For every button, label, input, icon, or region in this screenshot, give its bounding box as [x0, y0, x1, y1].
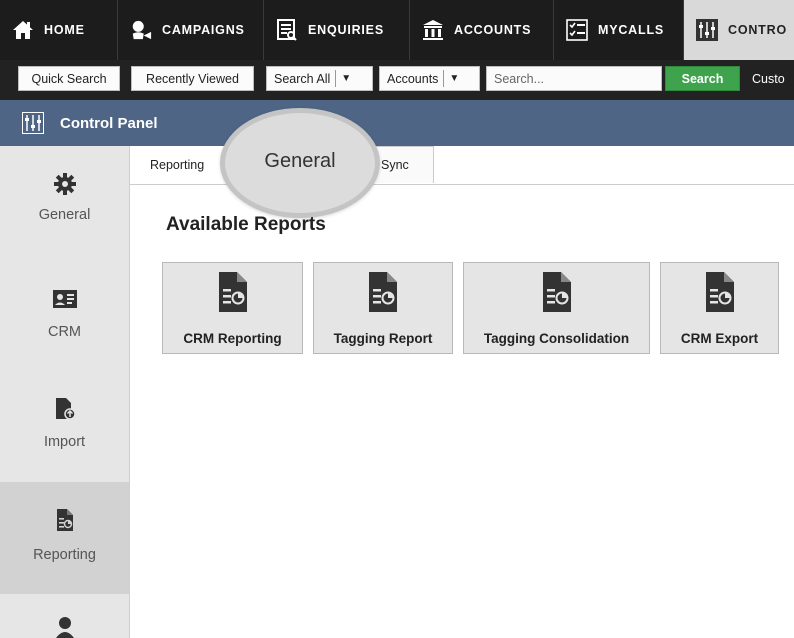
sidebar-item-import[interactable]: Import — [0, 370, 129, 482]
record-type-select[interactable]: Accounts ▼ — [379, 66, 480, 91]
nav-enquiries[interactable]: ENQUIRIES — [264, 0, 410, 60]
user-icon — [52, 616, 78, 638]
nav-mycalls-label: MYCALLS — [598, 23, 665, 37]
record-type-value: Accounts — [387, 71, 439, 86]
tab-sync-label: Sync — [381, 158, 409, 172]
search-toolbar: Quick Search Recently Viewed Search All … — [0, 60, 794, 100]
nav-enquiries-label: ENQUIRIES — [308, 23, 384, 37]
report-icon — [218, 271, 248, 313]
control-panel-icon — [696, 19, 718, 41]
sidebar-item-users[interactable] — [0, 594, 129, 638]
report-card-label: Tagging Report — [333, 331, 433, 346]
gear-icon — [52, 171, 78, 197]
quick-search-button[interactable]: Quick Search — [18, 66, 120, 91]
search-input-placeholder: Search... — [494, 71, 545, 86]
search-scope-select[interactable]: Search All ▼ — [266, 66, 373, 91]
report-card-crm-reporting[interactable]: CRM Reporting — [162, 262, 303, 354]
tab-general-zoomed[interactable]: General — [264, 150, 335, 173]
sidebar: General CRM Import Reporting — [0, 146, 130, 638]
campaigns-icon — [130, 19, 152, 41]
sidebar-item-general[interactable]: General — [0, 146, 129, 258]
tab-reporting[interactable]: Reporting — [150, 146, 204, 183]
nav-accounts-label: ACCOUNTS — [454, 23, 532, 37]
divider — [335, 70, 337, 87]
sidebar-item-label: Reporting — [33, 547, 96, 563]
page-title: Available Reports — [166, 214, 326, 235]
report-icon — [542, 271, 572, 313]
checklist-icon — [566, 19, 588, 41]
nav-campaigns[interactable]: CAMPAIGNS — [118, 0, 264, 60]
custom-link[interactable]: Custo — [752, 66, 785, 91]
panel-title: Control Panel — [60, 114, 158, 132]
chevron-down-icon: ▼ — [449, 73, 460, 84]
search-scope-value: Search All — [274, 71, 331, 86]
report-card-label: CRM Export — [680, 331, 759, 346]
divider — [443, 70, 445, 87]
recently-viewed-button[interactable]: Recently Viewed — [131, 66, 254, 91]
report-card-crm-export[interactable]: CRM Export — [660, 262, 779, 354]
nav-home[interactable]: HOME — [0, 0, 118, 60]
sidebar-item-label: Import — [43, 434, 86, 450]
nav-accounts[interactable]: ACCOUNTS — [410, 0, 554, 60]
search-input[interactable]: Search... — [486, 66, 662, 91]
home-icon — [12, 19, 34, 41]
report-icon — [52, 507, 78, 533]
contact-card-icon — [52, 286, 78, 312]
search-button[interactable]: Search — [665, 66, 740, 91]
nav-campaigns-label: CAMPAIGNS — [162, 23, 245, 37]
bank-icon — [422, 19, 444, 41]
enquiries-icon — [276, 19, 298, 41]
nav-control-panel[interactable]: CONTRO — [684, 0, 794, 60]
report-icon — [368, 271, 398, 313]
report-card-tagging-report[interactable]: Tagging Report — [313, 262, 453, 354]
chevron-down-icon: ▼ — [341, 73, 352, 84]
sidebar-item-label: General — [38, 207, 91, 223]
nav-control-panel-label: CONTRO — [728, 23, 787, 37]
nav-home-label: HOME — [44, 23, 85, 37]
nav-mycalls[interactable]: MYCALLS — [554, 0, 684, 60]
magnifier-overlay: General — [220, 108, 380, 218]
panel-header: Control Panel — [0, 100, 794, 146]
control-panel-icon — [22, 112, 44, 134]
sidebar-item-reporting[interactable]: Reporting — [0, 482, 129, 594]
report-icon — [705, 271, 735, 313]
report-card-label: CRM Reporting — [183, 331, 282, 346]
import-file-icon — [52, 396, 78, 422]
top-nav: HOME CAMPAIGNS ENQUIRIES ACCOUNTS MYCALL… — [0, 0, 794, 60]
sidebar-item-label: CRM — [47, 324, 82, 340]
report-card-tagging-consolidation[interactable]: Tagging Consolidation — [463, 262, 650, 354]
sidebar-item-crm[interactable]: CRM — [0, 258, 129, 370]
report-card-label: Tagging Consolidation — [483, 331, 630, 346]
